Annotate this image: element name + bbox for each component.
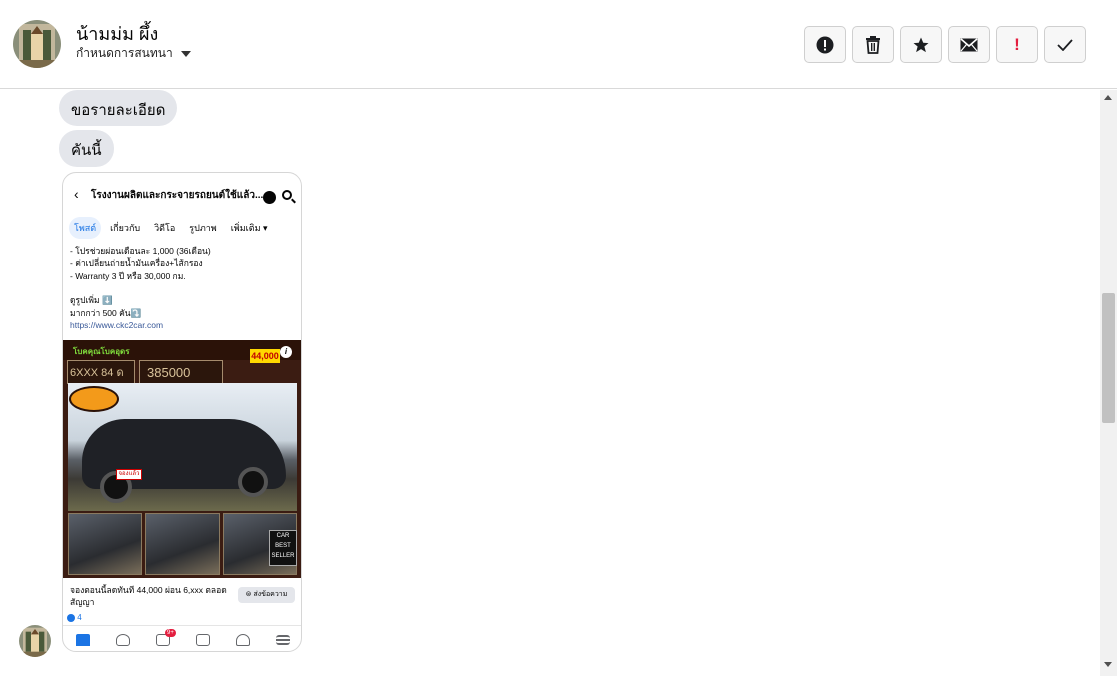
star-icon bbox=[913, 37, 929, 52]
screenshot-page-title: โรงงานผลิตและกระจายรถยนต์ใช้แล้ว... bbox=[91, 190, 264, 201]
advert-down-payment-badge: 44,000 bbox=[250, 349, 280, 363]
message-bubble[interactable]: คันนี้ bbox=[59, 130, 114, 167]
thread-scrollbar[interactable] bbox=[1100, 90, 1117, 676]
info-icon: i bbox=[280, 346, 292, 358]
screenshot-topbar: ‹ โรงงานผลิตและกระจายรถยนต์ใช้แล้ว... bbox=[63, 173, 301, 213]
delete-button[interactable] bbox=[852, 26, 894, 63]
conversation-settings-label: กำหนดการสนทนา bbox=[76, 46, 173, 60]
reaction-count: 4 bbox=[67, 613, 82, 622]
message-thread[interactable]: ขอรายละเอียด คันนี้ ‹ โรงงานผลิตและกระจา… bbox=[0, 90, 1100, 676]
car-thumbnail bbox=[68, 513, 143, 575]
screenshot-tab: วิดีโอ bbox=[154, 223, 176, 233]
post-line: - ค่าเปลี่ยนถ่ายน้ำมันเครื่อง+ไส้กรอง bbox=[70, 258, 203, 269]
conversation-settings-dropdown[interactable]: กำหนดการสนทนา bbox=[76, 44, 191, 63]
post-line: มากกว่า 500 คัน⤵️ bbox=[70, 307, 142, 318]
advert-branch-label: โบคคุณโบคอุดร bbox=[73, 347, 130, 356]
follow-up-button[interactable]: ! bbox=[996, 26, 1038, 63]
scroll-down-arrow-icon[interactable] bbox=[1104, 662, 1112, 667]
send-message-button: ⊜ ส่งข้อความ bbox=[238, 587, 295, 603]
car-thumbnail bbox=[145, 513, 220, 575]
best-seller-badge: CAR BEST SELLER bbox=[269, 530, 297, 566]
shared-image-attachment[interactable]: ‹ โรงงานผลิตและกระจายรถยนต์ใช้แล้ว... โพ… bbox=[62, 172, 302, 652]
post-line: ดูรูปเพิ่ม ⬇️ bbox=[70, 295, 113, 306]
post-line: - Warranty 3 ปี หรือ 30,000 กม. bbox=[70, 270, 186, 281]
mark-done-button[interactable] bbox=[1044, 26, 1086, 63]
advert-caption: จองตอนนี้ลดทันที 44,000 ผ่อน 6,xxx ตลอดส… bbox=[70, 585, 227, 607]
like-icon bbox=[67, 613, 75, 622]
conversation-header: น้ามม่ม ผึ้ง กำหนดการสนทนา ! bbox=[0, 0, 1117, 89]
advert-price: 385000 bbox=[147, 365, 191, 380]
advert-monthly: 6XXX 84 ด bbox=[70, 367, 124, 379]
menu-icon bbox=[276, 634, 290, 645]
scroll-up-arrow-icon[interactable] bbox=[1104, 95, 1112, 100]
screenshot-bottom-nav: 9+ bbox=[63, 625, 301, 651]
sender-avatar[interactable] bbox=[19, 625, 51, 657]
avatar-image bbox=[19, 625, 51, 657]
friends-icon bbox=[116, 633, 130, 646]
post-line bbox=[70, 282, 298, 294]
notification-count-badge: 9+ bbox=[165, 628, 176, 637]
back-arrow-icon: ‹ bbox=[74, 186, 79, 202]
message-bubble[interactable]: ขอรายละเอียด bbox=[59, 90, 178, 126]
screenshot-tab: เพิ่มเติม ▾ bbox=[230, 223, 268, 233]
video-icon: 9+ bbox=[156, 628, 176, 646]
dealer-logo-icon bbox=[69, 386, 119, 412]
screenshot-tab: รูปภาพ bbox=[189, 223, 217, 233]
messenger-icon bbox=[263, 191, 276, 204]
checkmark-icon bbox=[1057, 38, 1073, 51]
car-advert-image: โบคคุณโบคอุดร 6XXX 84 ด 385000 44,000 i … bbox=[63, 340, 301, 578]
screenshot-tabs: โพสต์ เกี่ยวกับ วิดีโอ รูปภาพ เพิ่มเติม … bbox=[69, 217, 273, 239]
post-line: - โปรช่วยผ่อนเดือนละ 1,000 (36เดือน) bbox=[70, 246, 211, 256]
report-button[interactable] bbox=[804, 26, 846, 63]
header-actions: ! bbox=[804, 26, 1086, 63]
contact-avatar[interactable] bbox=[13, 20, 61, 68]
car-thumbnails bbox=[68, 513, 297, 575]
screenshot-tab: เกี่ยวกับ bbox=[110, 223, 141, 233]
search-icon bbox=[282, 190, 292, 200]
home-icon bbox=[76, 633, 90, 646]
scrollbar-thumb[interactable] bbox=[1102, 293, 1115, 423]
bell-icon bbox=[236, 633, 250, 646]
envelope-icon bbox=[960, 37, 978, 51]
reaction-count-value: 4 bbox=[77, 613, 82, 622]
report-icon bbox=[816, 36, 834, 53]
screenshot-tab: โพสต์ bbox=[69, 217, 102, 239]
star-button[interactable] bbox=[900, 26, 942, 63]
post-link: https://www.ckc2car.com bbox=[70, 320, 164, 331]
screenshot-post-text: - โปรช่วยผ่อนเดือนละ 1,000 (36เดือน) - ค… bbox=[70, 245, 298, 331]
caret-down-icon bbox=[180, 50, 191, 57]
car-wheel bbox=[238, 467, 268, 497]
exclamation-icon: ! bbox=[1014, 34, 1020, 54]
mark-unread-button[interactable] bbox=[948, 26, 990, 63]
avatar-image bbox=[13, 20, 61, 68]
marketplace-icon bbox=[196, 633, 210, 646]
car-plate: จองแล้ว bbox=[116, 469, 142, 480]
trash-icon bbox=[866, 35, 880, 54]
